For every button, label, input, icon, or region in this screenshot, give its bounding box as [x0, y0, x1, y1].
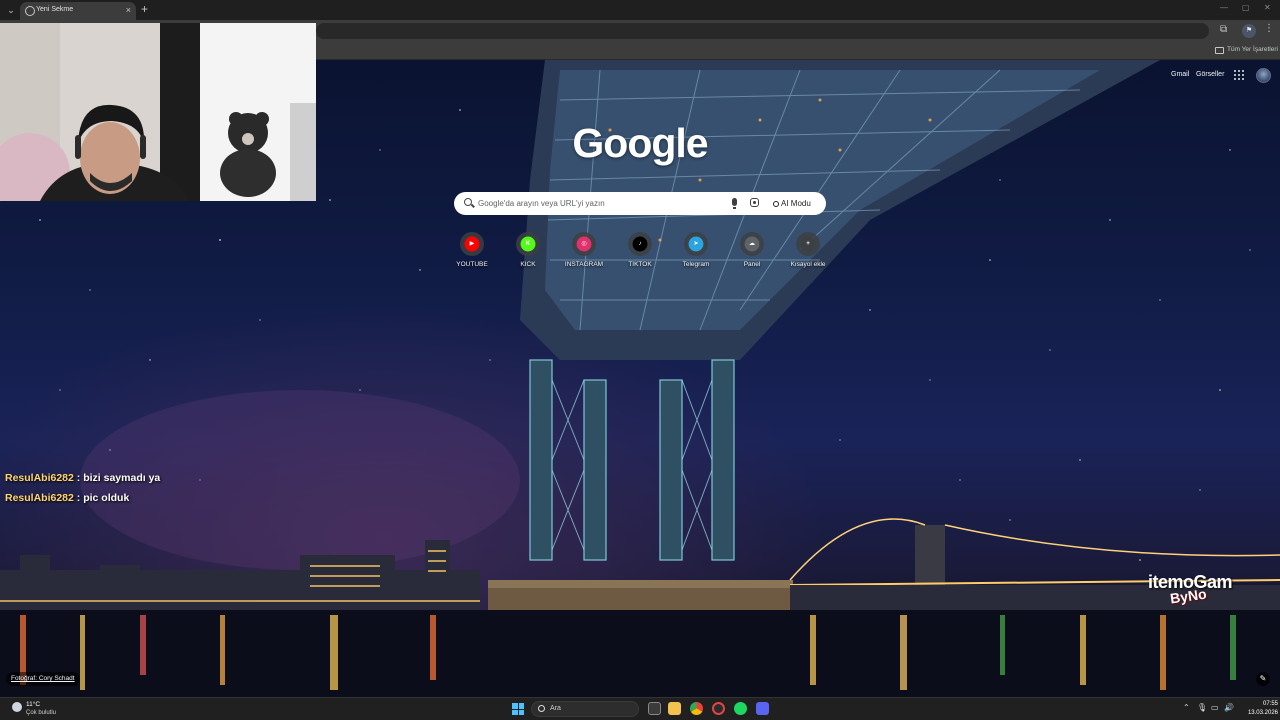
spotify-icon[interactable]: [734, 702, 747, 715]
chat-text: : pic olduk: [76, 492, 130, 504]
shortcut-label: YOUTUBE: [456, 261, 488, 268]
minimize-icon[interactable]: —: [1220, 3, 1228, 12]
shortcut-label: Panel: [743, 261, 761, 268]
extensions-icon[interactable]: ⧉: [1220, 24, 1227, 35]
shortcut-icon: ◎: [572, 232, 596, 256]
search-icon: [464, 198, 472, 206]
file-explorer-icon[interactable]: [668, 702, 681, 715]
all-bookmarks-button[interactable]: Tüm Yer İşaretleri: [1227, 46, 1278, 53]
search-input[interactable]: Google'da arayın veya URL'yi yazın: [478, 199, 605, 208]
shortcut-label: Telegram: [682, 261, 710, 268]
ai-mode-icon: [773, 201, 779, 207]
shortcut-glyph: ◎: [576, 236, 592, 252]
obs-icon[interactable]: [712, 702, 725, 715]
shortcut-tile[interactable]: K KICK: [500, 232, 556, 268]
microphone-tray-icon[interactable]: 🎙: [1197, 703, 1207, 712]
shortcut-icon: ▶: [460, 232, 484, 256]
shortcut-tile[interactable]: + Kısayol ekle: [780, 232, 836, 268]
tab-strip: ⌄ Yeni Sekme × + — ▢ ✕: [0, 0, 1280, 20]
shortcut-glyph: ☁: [744, 236, 760, 252]
shortcut-glyph: K: [520, 236, 536, 252]
chrome-favicon-icon: [25, 6, 35, 16]
ai-mode-label: AI Modu: [781, 199, 811, 208]
clock-date: 13.03.2026: [1247, 710, 1278, 716]
maximize-icon[interactable]: ▢: [1242, 3, 1250, 12]
volume-icon[interactable]: 🔊: [1224, 703, 1234, 712]
images-link[interactable]: Görseller: [1196, 71, 1224, 78]
shortcut-tile[interactable]: ➤ Telegram: [668, 232, 724, 268]
profile-icon[interactable]: ⚑: [1242, 24, 1256, 38]
shortcut-tile[interactable]: ▶ YOUTUBE: [444, 232, 500, 268]
tray-chevron-icon[interactable]: ⌃: [1183, 703, 1190, 712]
shortcut-label: TIKTOK: [628, 261, 652, 268]
shortcut-glyph: +: [800, 236, 816, 252]
webcam-overlay: [0, 23, 316, 201]
google-logo: Google: [572, 120, 708, 166]
window-close-icon[interactable]: ✕: [1264, 3, 1271, 12]
google-apps-icon[interactable]: [1234, 70, 1244, 80]
microphone-icon[interactable]: [732, 198, 737, 209]
tab-title: Yeni Sekme: [36, 6, 74, 13]
shortcut-icon: K: [516, 232, 540, 256]
ai-mode-button[interactable]: AI Modu: [770, 196, 814, 211]
google-lens-icon[interactable]: [750, 198, 759, 207]
windows-start-icon[interactable]: [512, 703, 524, 715]
taskbar-clock[interactable]: 07:55 13.03.2026: [1238, 700, 1278, 718]
taskbar-search[interactable]: Ara: [531, 701, 639, 717]
chat-username: ResulAbi6282: [5, 472, 74, 484]
cloud-icon[interactable]: [12, 702, 22, 712]
shortcut-label: KICK: [520, 261, 536, 268]
chat-username: ResulAbi6282: [5, 492, 74, 504]
tab-close-icon[interactable]: ×: [126, 5, 131, 15]
new-tab-button[interactable]: +: [141, 2, 148, 16]
photo-credit-text: Fotoğraf: Cory Schadt: [11, 675, 75, 682]
windows-taskbar: 11°C Çok bulutlu Ara ⌃ 🎙 ▭ 🔊 07:55 13.03…: [0, 697, 1280, 720]
chat-message: ResulAbi6282 : bizi saymadı ya: [5, 472, 160, 484]
menu-icon[interactable]: ⋮: [1264, 23, 1274, 34]
shortcut-label: Kısayol ekle: [790, 261, 826, 268]
taskbar-search-label: Ara: [550, 705, 561, 712]
chat-text: : bizi saymadı ya: [76, 472, 161, 484]
shortcut-tile[interactable]: ◎ INSTAGRAM: [556, 232, 612, 268]
weather-temperature[interactable]: 11°C: [26, 701, 40, 708]
discord-icon[interactable]: [756, 702, 769, 715]
chrome-icon[interactable]: [690, 702, 703, 715]
shortcut-tile[interactable]: ♪ TIKTOK: [612, 232, 668, 268]
gmail-link[interactable]: Gmail: [1171, 71, 1189, 78]
shortcut-glyph: ♪: [632, 236, 648, 252]
search-icon: [538, 705, 545, 712]
tab-search-button[interactable]: ⌄: [4, 3, 18, 17]
shortcut-icon: ♪: [628, 232, 652, 256]
shortcut-icon: ➤: [684, 232, 708, 256]
weather-description[interactable]: Çok bulutlu: [26, 710, 56, 716]
chat-message: ResulAbi6282 : pic olduk: [5, 492, 129, 504]
tab-new-tab[interactable]: Yeni Sekme ×: [20, 2, 136, 20]
address-bar[interactable]: [316, 23, 1209, 39]
webcam-video: [0, 23, 316, 201]
search-box[interactable]: Google'da arayın veya URL'yi yazın AI Mo…: [454, 192, 826, 215]
photo-credit-link[interactable]: Fotoğraf: Cory Schadt: [6, 672, 80, 686]
network-icon[interactable]: ▭: [1211, 703, 1219, 712]
shortcut-glyph: ▶: [464, 236, 480, 252]
shortcut-glyph: ➤: [688, 236, 704, 252]
task-view-icon[interactable]: [648, 702, 661, 715]
shortcut-label: INSTAGRAM: [564, 261, 604, 268]
customize-pencil-icon[interactable]: ✎: [1256, 672, 1270, 686]
account-avatar[interactable]: [1256, 68, 1271, 83]
folder-icon: [1215, 47, 1224, 54]
shortcut-tile[interactable]: ☁ Panel: [724, 232, 780, 268]
clock-time: 07:55: [1262, 701, 1278, 707]
shortcut-icon: +: [796, 232, 820, 256]
shortcut-icon: ☁: [740, 232, 764, 256]
